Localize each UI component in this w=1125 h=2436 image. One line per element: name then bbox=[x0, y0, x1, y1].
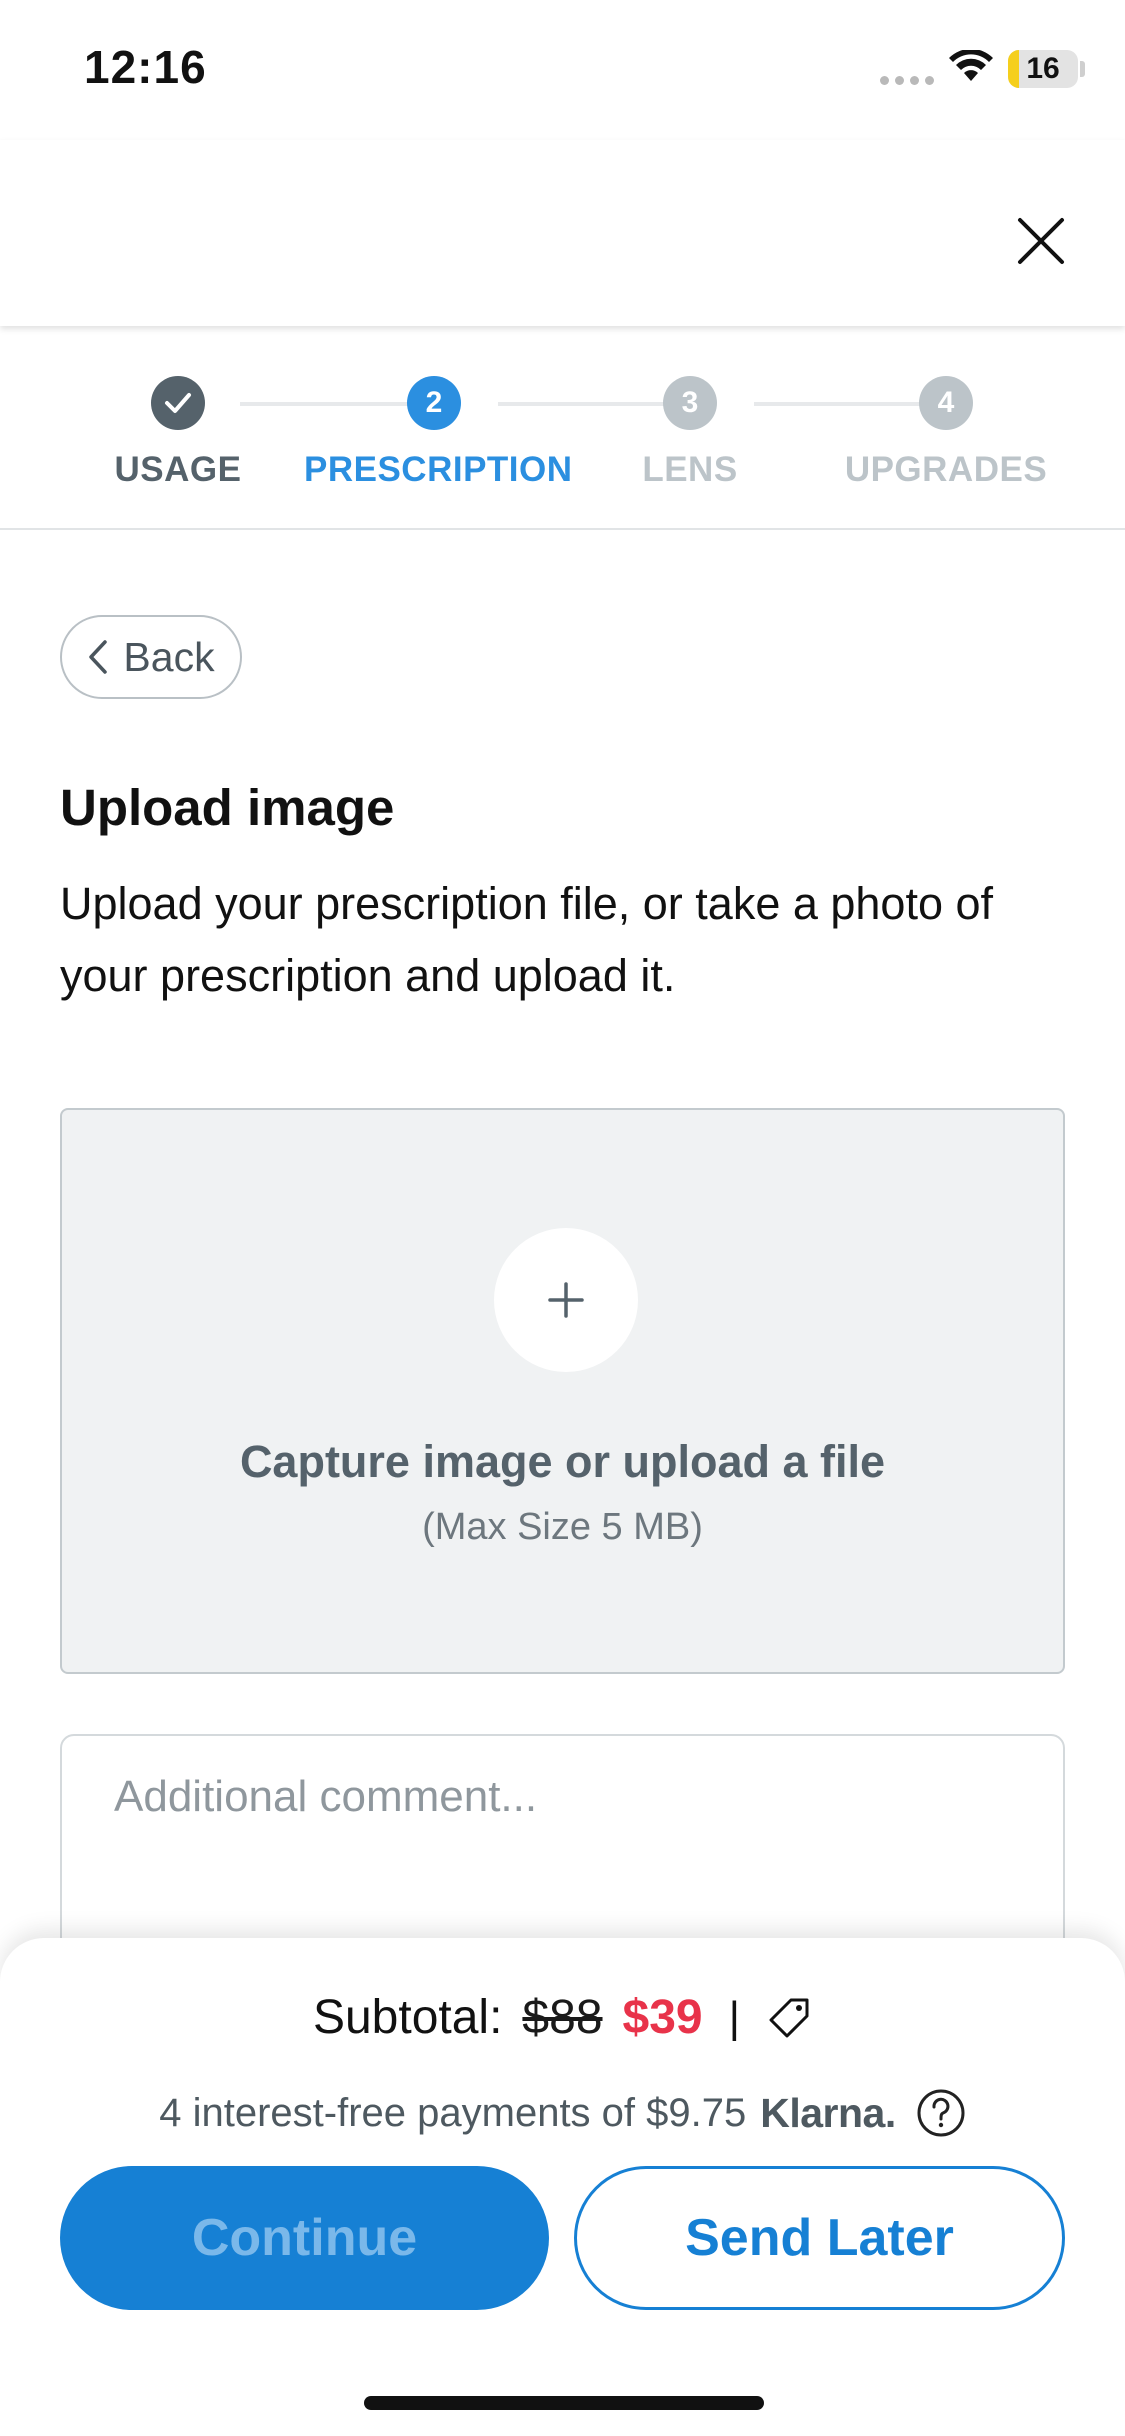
tag-icon[interactable] bbox=[766, 1995, 812, 2041]
page-description: Upload your prescription file, or take a… bbox=[60, 878, 994, 1001]
battery-icon: 16 bbox=[1008, 50, 1078, 88]
step-upgrades[interactable]: 4 UPGRADES bbox=[816, 376, 1076, 490]
continue-button[interactable]: Continue bbox=[60, 2166, 549, 2310]
upload-size-hint: (Max Size 5 MB) bbox=[422, 1506, 703, 1548]
question-circle-icon[interactable] bbox=[916, 2088, 966, 2138]
klarna-text: 4 interest-free payments of $9.75 bbox=[159, 2090, 747, 2135]
page-title: Upload image bbox=[60, 779, 395, 836]
subtotal-row: Subtotal: $88 $39 | bbox=[0, 1990, 1125, 2045]
step-label: UPGRADES bbox=[844, 450, 1048, 489]
step-circle bbox=[151, 376, 205, 430]
upload-plus-button[interactable] bbox=[494, 1228, 638, 1372]
screen: 12:16 16 USAGE 2 PRESCRIPTION 3 LENS 4 U… bbox=[0, 0, 1125, 2436]
klarna-row: 4 interest-free payments of $9.75 Klarna… bbox=[0, 2088, 1125, 2138]
step-label: LENS bbox=[642, 450, 738, 489]
step-circle: 2 bbox=[407, 376, 461, 430]
header bbox=[0, 140, 1125, 326]
back-button-label: Back bbox=[123, 633, 215, 680]
step-circle: 4 bbox=[919, 376, 973, 430]
step-circle: 3 bbox=[663, 376, 717, 430]
step-label: USAGE bbox=[114, 450, 242, 489]
klarna-logo: Klarna. bbox=[760, 2089, 896, 2136]
step-lens[interactable]: 3 LENS bbox=[560, 376, 820, 490]
step-prescription[interactable]: 2 PRESCRIPTION bbox=[304, 376, 573, 490]
send-later-button[interactable]: Send Later bbox=[574, 2166, 1065, 2310]
plus-icon bbox=[548, 1282, 584, 1318]
back-button[interactable]: Back bbox=[60, 615, 242, 699]
step-usage[interactable]: USAGE bbox=[48, 376, 308, 490]
battery-level: 16 bbox=[1026, 52, 1060, 85]
upload-dropzone[interactable]: Capture image or upload a file (Max Size… bbox=[60, 1108, 1065, 1674]
order-summary-sheet: Subtotal: $88 $39 | 4 interest-free paym… bbox=[0, 1938, 1125, 2436]
battery-cap bbox=[1080, 61, 1085, 77]
original-price: $88 bbox=[522, 1991, 603, 2044]
step-label: PRESCRIPTION bbox=[304, 450, 573, 489]
upload-title: Capture image or upload a file bbox=[239, 1436, 886, 1487]
home-indicator bbox=[364, 2396, 764, 2410]
status-bar: 12:16 16 bbox=[0, 0, 1125, 140]
status-time: 12:16 bbox=[84, 41, 207, 93]
wifi-icon bbox=[949, 50, 993, 81]
subtotal-label: Subtotal: bbox=[312, 1991, 503, 2044]
close-icon[interactable] bbox=[1010, 210, 1072, 272]
discounted-price: $39 bbox=[622, 1991, 703, 2044]
price-divider: | bbox=[728, 1992, 741, 2042]
chevron-left-icon bbox=[89, 640, 108, 674]
additional-comment-input[interactable] bbox=[60, 1734, 1065, 1964]
check-icon bbox=[165, 393, 191, 413]
cellular-signal-icon bbox=[880, 76, 934, 85]
